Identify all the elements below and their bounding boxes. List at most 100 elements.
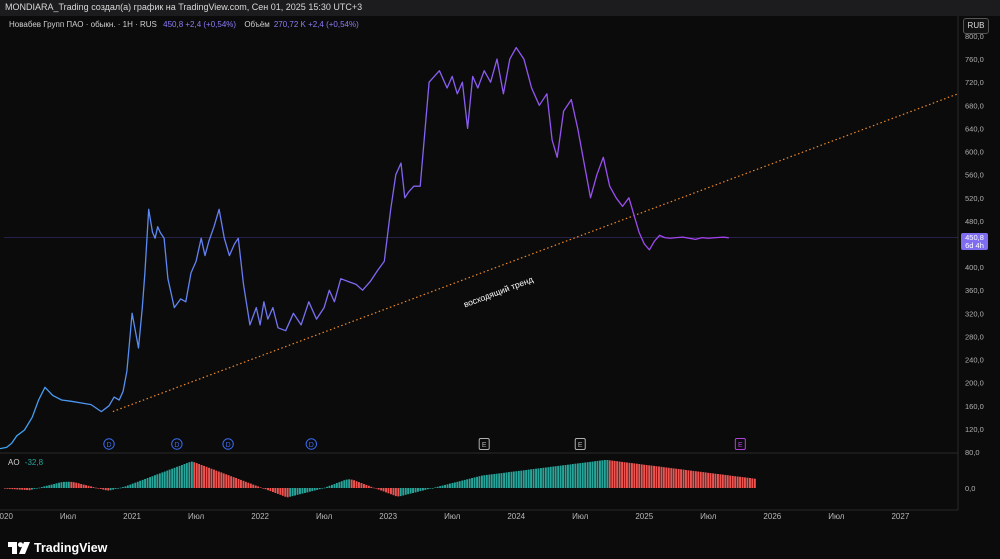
ao-bar [350, 479, 353, 488]
ao-bar [38, 487, 41, 489]
ao-bar [257, 486, 260, 488]
y-tick-label: 400,0 [965, 263, 984, 272]
ao-bar [232, 477, 235, 488]
ao-bar [471, 478, 473, 488]
ao-bar [390, 488, 392, 495]
ao-bar [699, 471, 702, 488]
chart-area[interactable]: 80,0 120,0 160,0 200,0 240,0 280,0 320,0 360,0 4… [0, 16, 1000, 536]
ao-bar [628, 462, 631, 488]
ao-bar [82, 484, 85, 488]
ao-bar [650, 465, 653, 488]
x-tick-label: 2025 [635, 512, 653, 521]
ao-bar [493, 474, 496, 488]
legend: Новабев Групп ПАО · обыкн. · 1Н · RUS 45… [9, 20, 359, 29]
ao-bar [436, 486, 439, 488]
ao-bar [36, 488, 38, 489]
ao-bar [122, 487, 124, 488]
ao-bar [667, 467, 670, 488]
ao-bar [195, 463, 198, 488]
ao-bar [99, 488, 102, 489]
ao-bar [485, 474, 488, 488]
ao-bar [655, 466, 658, 488]
ao-bar [434, 487, 437, 488]
ao-bar [31, 488, 33, 490]
ao-bar [92, 487, 95, 488]
ao-bar [156, 474, 159, 488]
ao-bar [490, 474, 493, 488]
ao-bar [606, 460, 609, 488]
ao-bar [65, 481, 68, 488]
ao-bar [611, 460, 614, 488]
ao-bar [63, 481, 65, 488]
dividend-marker-label: D [174, 442, 179, 449]
ao-bar [709, 473, 712, 488]
ao-bar [719, 474, 722, 488]
ao-bar [296, 488, 299, 495]
ao-bar [385, 488, 387, 493]
y-tick-label: 640,0 [965, 124, 984, 133]
ao-bar [75, 482, 78, 488]
x-tick-label: 2021 [123, 512, 141, 521]
ao-bar [478, 476, 481, 488]
ao-bar [203, 465, 205, 488]
ao-bar [367, 485, 370, 488]
ao-bar [308, 488, 311, 492]
ao-bar [365, 484, 368, 488]
ao-bar [161, 472, 164, 488]
ao-bar [495, 473, 498, 488]
ao-bar [21, 488, 24, 490]
ao-bar [58, 482, 60, 488]
ao-bar [540, 468, 542, 488]
ao-bar [599, 460, 601, 488]
currency-button[interactable]: RUB [963, 18, 989, 34]
ao-bar [601, 460, 604, 488]
ao-bar [672, 468, 675, 488]
y-tick-label: 240,0 [965, 356, 984, 365]
ao-bar [407, 488, 410, 495]
top-caption-bar: MONDIARA_Trading создал(а) график на Tra… [0, 0, 1000, 16]
ao-bar [549, 466, 552, 488]
ao-bar [272, 488, 274, 492]
ao-bar [525, 470, 528, 488]
ao-bar [500, 473, 503, 488]
ao-bar [458, 481, 461, 488]
ao-bar [574, 463, 577, 488]
ao-bar [48, 485, 51, 488]
ao-bar [53, 484, 56, 488]
ao-bar [328, 485, 331, 488]
ao-bar [687, 470, 690, 488]
earnings-marker-label: E [578, 442, 583, 449]
ao-bar [685, 470, 687, 488]
ao-bar [576, 463, 579, 488]
ao-bar [721, 474, 724, 488]
ao-bar [571, 464, 574, 488]
ao-bar [633, 463, 636, 488]
ao-bar [333, 484, 336, 488]
y-tick-label: 80,0 [965, 448, 980, 457]
ao-bar [119, 487, 122, 489]
ao-bar [481, 475, 483, 488]
tradingview-logo[interactable]: TradingView [8, 540, 107, 556]
ao-bar [562, 465, 564, 488]
ao-bar [259, 487, 262, 488]
ao-bar [141, 479, 144, 488]
x-tick-label: Июл [60, 512, 77, 521]
ao-bar [363, 484, 365, 488]
ao-bar [340, 481, 343, 488]
ao-bar [205, 466, 208, 488]
ao-bar [392, 488, 395, 496]
ao-bar [6, 488, 9, 489]
ao-bar [544, 467, 547, 488]
ao-bar [129, 484, 132, 488]
ao-bar [665, 467, 668, 488]
ao-bar [586, 462, 589, 488]
ao-bar [579, 463, 582, 488]
ao-bar [370, 486, 373, 488]
ao-bar [498, 473, 501, 488]
ao-bar [749, 478, 751, 488]
ao-bar [4, 488, 6, 489]
y-tick-label: 360,0 [965, 286, 984, 295]
ao-bar [621, 461, 623, 488]
ao-bar [542, 467, 545, 488]
chart-svg[interactable]: 80,0 120,0 160,0 200,0 240,0 280,0 320,0 360,0 4… [0, 16, 1000, 536]
